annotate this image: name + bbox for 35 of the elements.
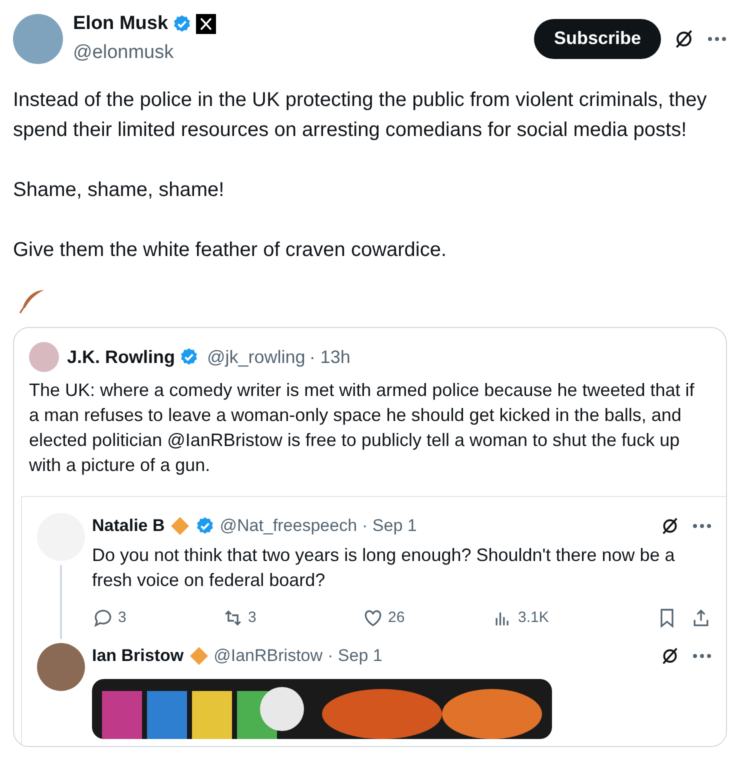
- avatar[interactable]: [13, 14, 63, 64]
- x-logo-icon: [196, 14, 216, 34]
- post-text: Shame, shame, shame!: [13, 178, 226, 203]
- slashed-circle-icon[interactable]: [673, 28, 695, 50]
- post-text: Give them the white feather of craven cowardice.: [13, 238, 448, 263]
- author-handle: @IanRBristow: [214, 645, 323, 667]
- post-time: · 13h: [309, 346, 350, 368]
- author-name[interactable]: Elon Musk: [73, 10, 168, 38]
- author-handle: @Nat_freespeech: [220, 515, 358, 537]
- post-time: · Sep 1: [328, 645, 382, 667]
- like-count: 26: [388, 608, 405, 628]
- author-handle: @jk_rowling: [207, 346, 306, 369]
- quoted-text: The UK: where a comedy writer is met with armed police because he tweeted that if a man refuses to leave a woman-only space he should get kicked in the balls, and elected politician @IanRBristow is free to publicly tell a woman to shut the fuck up with a picture of a gun.: [29, 379, 696, 477]
- more-icon[interactable]: [707, 36, 727, 42]
- quoted-post-card[interactable]: [13, 327, 727, 747]
- author-name: Natalie B: [92, 515, 165, 537]
- author-name: Ian Bristow: [92, 645, 184, 667]
- reply-count: 3: [118, 608, 126, 628]
- avatar: [29, 342, 59, 372]
- reply-text: Do you not think that two years is long enough? Shouldn't there now be a fresh voice on federal board?: [92, 544, 676, 592]
- post-text: Instead of the police in the UK protecting the public from violent criminals, they spend their limited resources on arresting comedians for social media posts!: [13, 88, 708, 143]
- view-count: 3.1K: [518, 608, 549, 628]
- repost-count: 3: [248, 608, 256, 628]
- slashed-circle-icon[interactable]: [660, 516, 680, 536]
- author-name: J.K. Rowling: [67, 346, 175, 369]
- subscribe-button[interactable]: Subscribe: [534, 18, 661, 58]
- slashed-circle-icon[interactable]: [660, 646, 680, 666]
- author-handle[interactable]: @elonmusk: [73, 38, 216, 67]
- diamond-badge-icon: [170, 516, 190, 536]
- post-time: · Sep 1: [362, 515, 417, 537]
- more-icon[interactable]: [692, 522, 712, 529]
- avatar: [37, 643, 85, 691]
- more-icon[interactable]: [692, 652, 712, 659]
- diamond-badge-icon: [188, 646, 209, 666]
- feather-icon: [18, 287, 46, 315]
